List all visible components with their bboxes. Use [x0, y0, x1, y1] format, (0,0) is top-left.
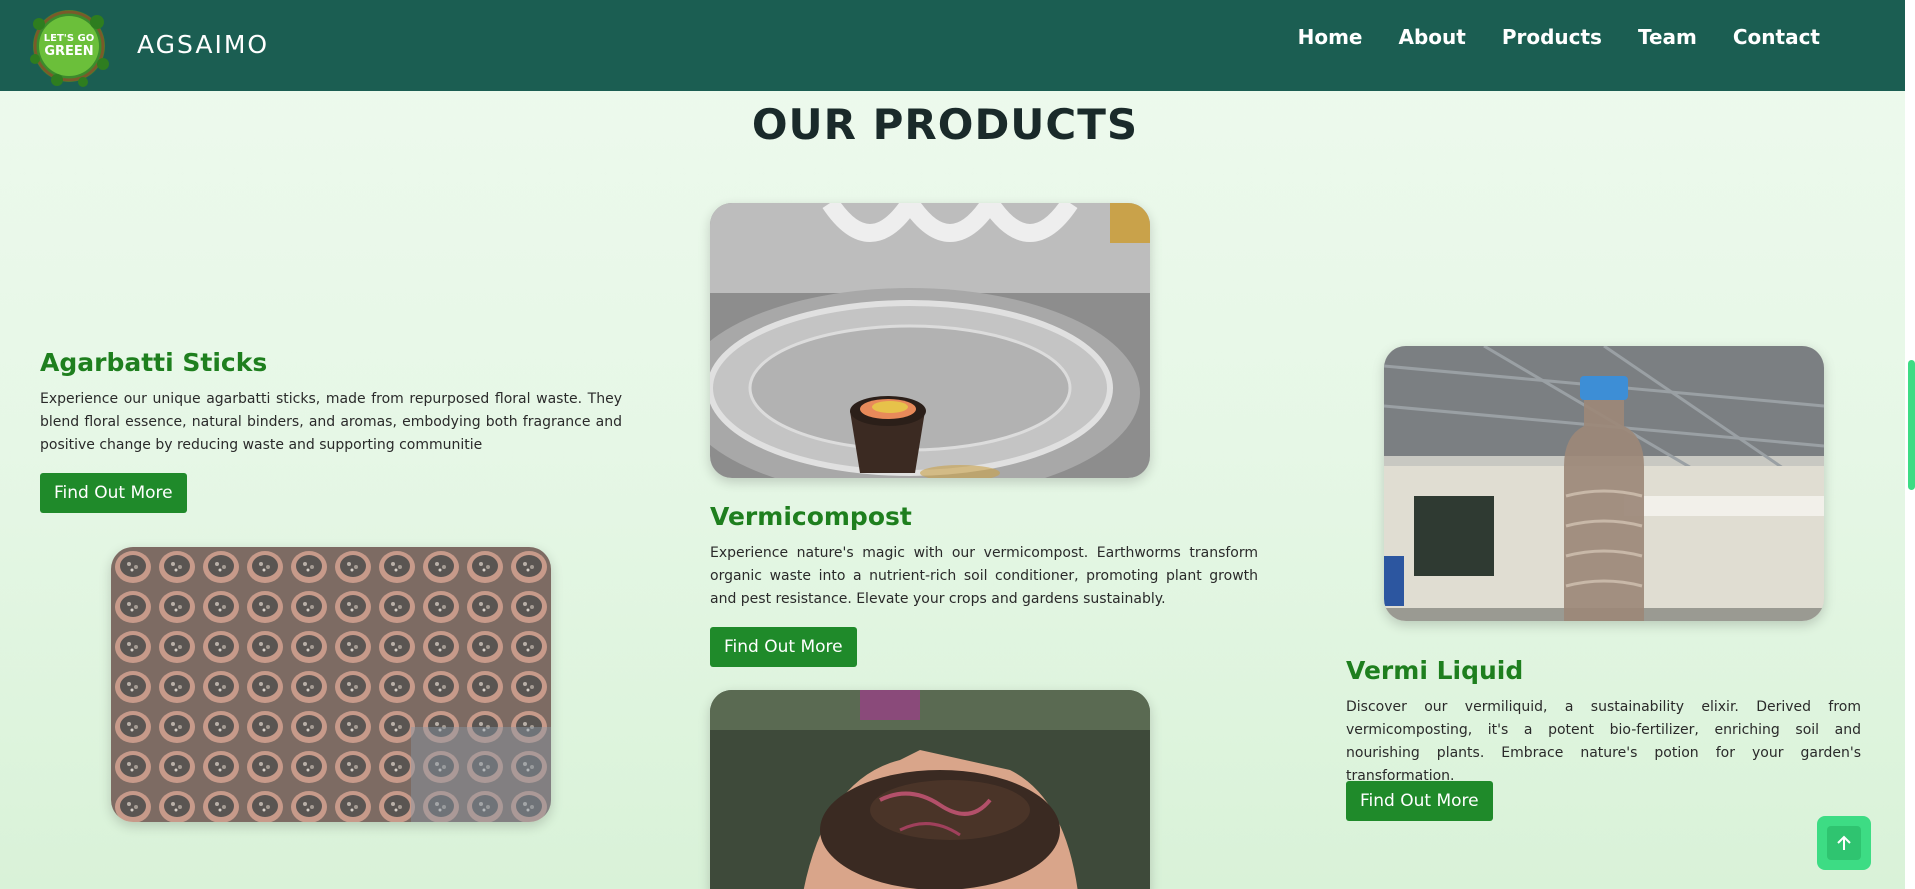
scrollbar-thumb[interactable]: [1908, 360, 1915, 490]
nav-contact[interactable]: Contact: [1733, 25, 1820, 49]
product-desc-agarbatti: Experience our unique agarbatti sticks, …: [40, 391, 622, 453]
product-image-vermicompost: [710, 203, 1150, 478]
logo-image: LET'S GO GREEN: [30, 9, 109, 87]
find-out-more-agarbatti-button[interactable]: Find Out More: [40, 473, 187, 513]
header: LET'S GO GREEN AGSAIMO Home About Produc…: [0, 0, 1905, 91]
product-desc-vermicompost: Experience nature's magic with our vermi…: [710, 545, 1258, 607]
brand-name[interactable]: AGSAIMO: [137, 30, 269, 59]
product-title-vermicompost: Vermicompost: [710, 502, 912, 531]
nav-products[interactable]: Products: [1502, 25, 1602, 49]
product-image-agarbatti: [111, 547, 551, 822]
logo-text-top: LET'S GO: [44, 33, 94, 44]
nav-about[interactable]: About: [1398, 25, 1465, 49]
product-title-agarbatti: Agarbatti Sticks: [40, 348, 268, 377]
logo[interactable]: LET'S GO GREEN: [22, 0, 116, 91]
find-out-more-vermicompost-button[interactable]: Find Out More: [710, 627, 857, 667]
nav-home[interactable]: Home: [1298, 25, 1363, 49]
product-title-vermi-liquid: Vermi Liquid: [1346, 656, 1524, 685]
find-out-more-vermi-liquid-button[interactable]: Find Out More: [1346, 781, 1493, 821]
scroll-to-top-inner: [1827, 826, 1861, 860]
nav-team[interactable]: Team: [1638, 25, 1697, 49]
product-image-vermicompost-hands: [710, 690, 1150, 889]
logo-text-bottom: GREEN: [44, 44, 93, 59]
arrow-up-icon: [1837, 835, 1851, 850]
scrollbar-track[interactable]: [1905, 0, 1915, 889]
scroll-to-top-button[interactable]: [1817, 816, 1871, 870]
main-nav: Home About Products Team Contact: [1298, 25, 1820, 49]
product-desc-vermi-liquid: Discover our vermiliquid, a sustainabili…: [1346, 699, 1861, 784]
section-title: OUR PRODUCTS: [751, 100, 1139, 149]
product-image-vermi-liquid: [1384, 346, 1824, 621]
